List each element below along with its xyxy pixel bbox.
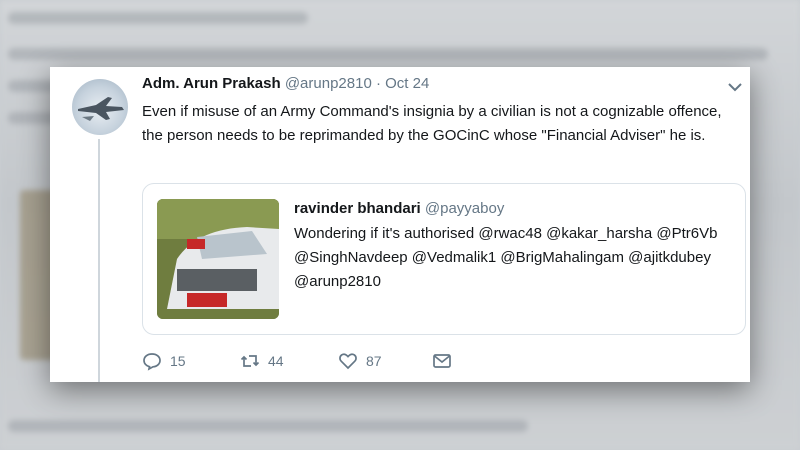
author-handle[interactable]: @arunp2810	[285, 75, 372, 92]
avatar[interactable]	[72, 79, 128, 135]
separator-dot: ·	[375, 75, 381, 92]
quoted-tweet[interactable]: ravinder bhandari @payyaboy Wondering if…	[142, 183, 746, 335]
quoted-author-handle[interactable]: @payyaboy	[425, 200, 504, 217]
reply-button[interactable]: 15	[142, 351, 186, 371]
tweet-header: Adm. Arun Prakash @arunp2810 · Oct 24	[142, 75, 429, 92]
quoted-text: Wondering if it's authorised @rwac48 @ka…	[294, 225, 718, 290]
retweet-button[interactable]: 44	[240, 351, 284, 371]
blurred-header-line	[8, 12, 308, 24]
envelope-icon	[433, 354, 451, 368]
tweet-date[interactable]: Oct 24	[385, 75, 429, 92]
blurred-actions-line	[8, 420, 528, 432]
tweet-text: Even if misuse of an Army Command's insi…	[142, 103, 722, 144]
retweet-count: 44	[268, 353, 284, 369]
direct-message-button[interactable]	[432, 351, 452, 371]
blurred-text-line	[8, 48, 768, 60]
quoted-header: ravinder bhandari @payyaboy	[294, 200, 504, 217]
car-photo	[157, 199, 279, 319]
retweet-icon	[240, 355, 260, 367]
tweet-card[interactable]: Adm. Arun Prakash @arunp2810 · Oct 24 Ev…	[50, 67, 750, 382]
like-button[interactable]: 87	[338, 351, 382, 371]
reply-icon	[143, 353, 161, 371]
author-name[interactable]: Adm. Arun Prakash	[142, 75, 281, 92]
quoted-author-name[interactable]: ravinder bhandari	[294, 200, 421, 217]
thread-line	[98, 139, 100, 382]
chevron-down-icon[interactable]	[728, 79, 742, 95]
quoted-tweet-image[interactable]	[157, 199, 279, 319]
heart-icon	[339, 353, 357, 370]
like-count: 87	[366, 353, 382, 369]
fighter-jet-avatar-image	[78, 97, 124, 121]
reply-count: 15	[170, 353, 186, 369]
